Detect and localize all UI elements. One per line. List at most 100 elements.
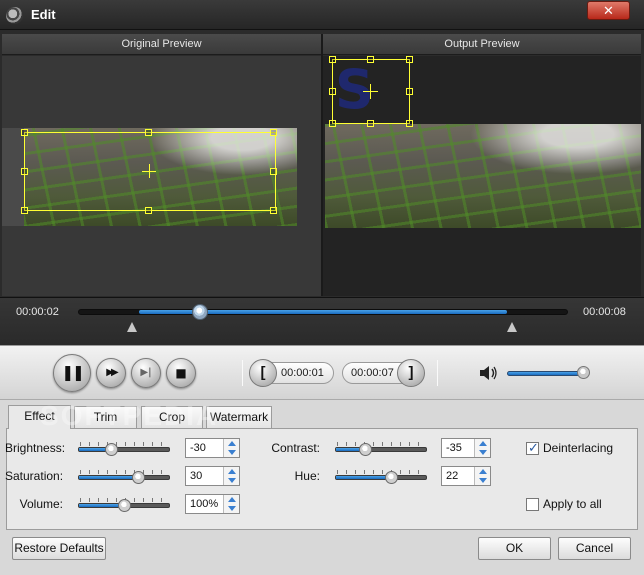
spin-up-icon[interactable]: [479, 469, 487, 474]
deinterlacing-checkbox[interactable]: [526, 440, 539, 456]
apply-to-all-label: Apply to all: [543, 497, 602, 511]
tab-trim[interactable]: Trim: [74, 406, 137, 428]
spin-arrows[interactable]: [474, 439, 490, 457]
app-logo-icon: [6, 7, 23, 24]
crop-handle[interactable]: [21, 129, 28, 136]
spin-up-icon[interactable]: [228, 441, 236, 446]
spin-arrows[interactable]: [474, 467, 490, 485]
playback-controls: ❚❚ ▶▶ ▶| ■ 00:00:01 [ 00:00:07 ]: [0, 345, 644, 400]
close-icon: ✕: [603, 3, 614, 18]
spin-down-icon[interactable]: [479, 478, 487, 483]
crop-center-crosshair: [149, 164, 150, 178]
watermark-handle[interactable]: [406, 56, 413, 63]
watermark-handle[interactable]: [367, 120, 374, 127]
saturation-slider-fill: [79, 476, 139, 479]
crop-handle[interactable]: [270, 207, 277, 214]
ok-button[interactable]: OK: [478, 537, 551, 560]
watermark-handle[interactable]: [367, 56, 374, 63]
hue-spinbox[interactable]: 22: [441, 466, 491, 486]
watermark-handle[interactable]: [406, 88, 413, 95]
output-preview: S: [323, 56, 641, 296]
set-end-button[interactable]: ]: [397, 359, 425, 387]
timeline-track[interactable]: [78, 309, 568, 315]
close-button[interactable]: ✕: [587, 1, 630, 20]
slider-ticks: [80, 442, 169, 446]
spin-down-icon[interactable]: [228, 450, 236, 455]
output-video-frame: [325, 124, 641, 228]
contrast-slider[interactable]: [335, 447, 427, 452]
tab-watermark[interactable]: Watermark: [206, 406, 272, 428]
spin-down-icon[interactable]: [228, 506, 236, 511]
contrast-label: Contrast:: [271, 441, 320, 455]
brightness-slider[interactable]: [78, 447, 170, 452]
spin-down-icon[interactable]: [479, 450, 487, 455]
volume-effect-slider-knob[interactable]: [118, 499, 131, 512]
spin-arrows[interactable]: [223, 439, 239, 457]
title-bar: Edit ✕: [0, 0, 644, 30]
volume-slider[interactable]: [507, 371, 585, 376]
step-frame-button[interactable]: ▶|: [131, 358, 161, 388]
hue-label: Hue:: [294, 469, 320, 483]
separator: [242, 360, 243, 386]
slider-ticks: [337, 470, 426, 474]
watermark-handle[interactable]: [406, 120, 413, 127]
spin-up-icon[interactable]: [228, 497, 236, 502]
volume-knob[interactable]: [577, 366, 590, 379]
watermark-handle[interactable]: [329, 56, 336, 63]
stop-icon: ■: [175, 366, 187, 380]
crop-handle[interactable]: [21, 168, 28, 175]
brightness-slider-knob[interactable]: [105, 443, 118, 456]
spin-up-icon[interactable]: [479, 441, 487, 446]
cancel-button[interactable]: Cancel: [558, 537, 631, 560]
set-start-button[interactable]: [: [249, 359, 277, 387]
saturation-spinbox[interactable]: 30: [185, 466, 240, 486]
saturation-slider-knob[interactable]: [132, 471, 145, 484]
original-preview-label: Original Preview: [2, 34, 321, 55]
stop-button[interactable]: ■: [166, 358, 196, 388]
fast-forward-button[interactable]: ▶▶: [96, 358, 126, 388]
total-time: 00:00:08: [583, 306, 626, 318]
playhead-knob[interactable]: [192, 304, 208, 320]
trim-start-marker[interactable]: [127, 322, 137, 332]
apply-to-all-checkbox[interactable]: [526, 498, 539, 511]
restore-defaults-button[interactable]: Restore Defaults: [12, 537, 106, 560]
watermark-handle[interactable]: [329, 88, 336, 95]
current-time: 00:00:02: [16, 306, 59, 318]
pause-button[interactable]: ❚❚: [53, 354, 91, 392]
saturation-slider[interactable]: [78, 475, 170, 480]
crop-handle[interactable]: [145, 207, 152, 214]
bracket-right-icon: ]: [408, 364, 414, 382]
hue-slider-fill: [336, 476, 391, 479]
saturation-value: 30: [190, 470, 203, 482]
volume-icon[interactable]: [479, 364, 499, 382]
hue-slider[interactable]: [335, 475, 427, 480]
trim-end-marker[interactable]: [507, 322, 517, 332]
fast-forward-icon: ▶▶: [106, 367, 119, 378]
tab-effect[interactable]: Effect: [8, 405, 71, 429]
spin-up-icon[interactable]: [228, 469, 236, 474]
contrast-slider-knob[interactable]: [359, 443, 372, 456]
brightness-label: Brightness:: [5, 441, 66, 455]
crop-handle[interactable]: [270, 129, 277, 136]
hue-slider-knob[interactable]: [385, 471, 398, 484]
separator: [437, 360, 438, 386]
crop-handle[interactable]: [145, 129, 152, 136]
tab-crop[interactable]: Crop: [141, 406, 203, 428]
edit-panel: Effect Trim Crop Watermark Brightness: -…: [0, 400, 644, 575]
spin-arrows[interactable]: [223, 495, 239, 513]
slider-ticks: [80, 470, 169, 474]
contrast-value: -35: [446, 442, 462, 454]
contrast-spinbox[interactable]: -35: [441, 438, 491, 458]
spin-arrows[interactable]: [223, 467, 239, 485]
volume-spinbox[interactable]: 100%: [185, 494, 240, 514]
brightness-spinbox[interactable]: -30: [185, 438, 240, 458]
watermark-handle[interactable]: [329, 120, 336, 127]
crop-handle[interactable]: [21, 207, 28, 214]
volume-value: 100%: [190, 498, 219, 510]
slider-ticks: [337, 442, 426, 446]
spin-down-icon[interactable]: [228, 478, 236, 483]
end-time-value: 00:00:07: [351, 367, 394, 379]
hue-value: 22: [446, 470, 459, 482]
edit-window: Edit ✕ Original Preview Output Preview S: [0, 0, 644, 575]
crop-handle[interactable]: [270, 168, 277, 175]
